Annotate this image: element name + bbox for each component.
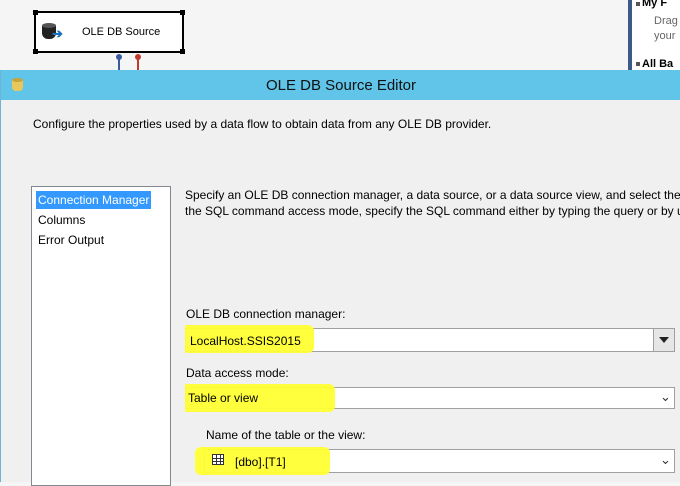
- table-name-dropdown-button[interactable]: ⌄: [654, 450, 674, 470]
- resize-handle-bottom-right[interactable]: [180, 49, 185, 54]
- toolbox-expander-icon[interactable]: [636, 2, 640, 6]
- dialog-body: Configure the properties used by a data …: [9, 100, 680, 486]
- table-icon: [212, 454, 224, 465]
- data-access-mode-dropdown[interactable]: Table or view ⌄: [185, 384, 675, 412]
- data-access-mode-dropdown-button[interactable]: ⌄: [654, 388, 674, 408]
- ole-db-source-editor-dialog: OLE DB Source Editor Configure the prope…: [0, 70, 680, 486]
- dialog-title-bar[interactable]: OLE DB Source Editor: [1, 70, 680, 100]
- data-access-mode-label: Data access mode:: [186, 366, 289, 380]
- arrow-right-icon: ➔: [52, 26, 63, 41]
- connection-manager-dropdown-button[interactable]: [653, 329, 674, 351]
- table-name-label: Name of the table or the view:: [206, 428, 366, 442]
- resize-handle-top-right[interactable]: [180, 10, 185, 15]
- error-path-line-red[interactable]: [137, 58, 139, 70]
- nav-item-error-output[interactable]: Error Output: [36, 231, 106, 249]
- data-flow-canvas[interactable]: ➔ OLE DB Source: [0, 0, 630, 70]
- nav-item-columns[interactable]: Columns: [36, 211, 87, 229]
- data-access-mode-value: Table or view: [188, 391, 259, 405]
- connection-manager-value: LocalHost.SSIS2015: [190, 334, 301, 348]
- connection-manager-page: Specify an OLE DB connection manager, a …: [185, 186, 680, 486]
- connection-manager-dropdown[interactable]: LocalHost.SSIS2015: [185, 325, 675, 353]
- toolbox-favorites-description: Drag your: [654, 15, 678, 42]
- dropdown-arrow-icon: [659, 337, 669, 343]
- page-instructions: Specify an OLE DB connection manager, a …: [185, 188, 680, 218]
- toolbox-expander-icon[interactable]: [636, 62, 640, 66]
- resize-handle-top-left[interactable]: [33, 10, 38, 15]
- data-path-line-blue[interactable]: [118, 58, 120, 70]
- connection-manager-label: OLE DB connection manager:: [186, 307, 346, 321]
- chevron-down-icon: ⌄: [660, 452, 671, 467]
- resize-handle-bottom-left[interactable]: [33, 49, 38, 54]
- table-name-value: [dbo].[T1]: [235, 455, 286, 469]
- component-title: OLE DB Source: [82, 26, 161, 38]
- ole-db-source-component[interactable]: ➔ OLE DB Source: [33, 10, 185, 54]
- editor-page-list: Connection Manager Columns Error Output: [31, 186, 171, 486]
- ssis-toolbox-pane: My F Drag your All Ba: [628, 0, 680, 70]
- chevron-down-icon: ⌄: [660, 389, 671, 404]
- dialog-title: OLE DB Source Editor: [265, 77, 417, 94]
- toolbox-all-basic-header[interactable]: All Ba: [642, 58, 673, 70]
- table-name-dropdown[interactable]: [dbo].[T1] ⌄: [195, 447, 675, 475]
- dialog-description: Configure the properties used by a data …: [33, 117, 492, 131]
- nav-item-connection-manager[interactable]: Connection Manager: [36, 191, 152, 209]
- toolbox-favorites-header[interactable]: My F: [642, 0, 667, 9]
